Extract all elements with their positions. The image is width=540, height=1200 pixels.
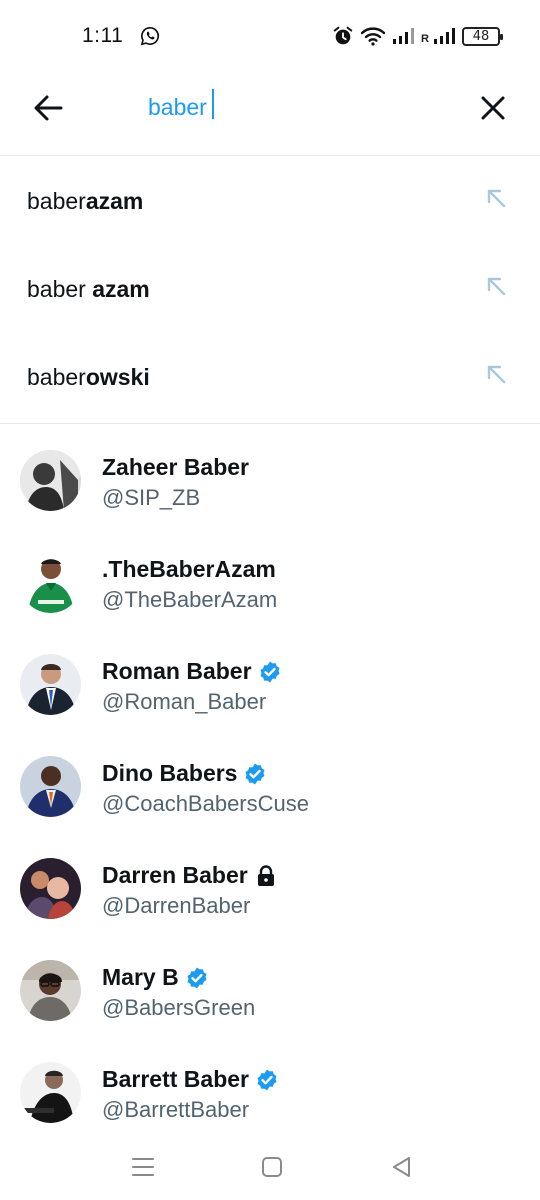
suggestion-item[interactable]: baberazam	[0, 157, 540, 245]
user-result-item[interactable]: Roman Baber @Roman_Baber	[0, 634, 540, 736]
user-handle: @BarrettBaber	[102, 1097, 250, 1122]
arrow-left-icon	[34, 95, 63, 121]
user-name: Dino Babers	[102, 760, 238, 786]
user-name: Darren Baber	[102, 862, 248, 888]
status-icons: R 48	[332, 24, 503, 48]
search-header	[0, 72, 540, 156]
user-result-item[interactable]: Zaheer Baber @SIP_ZB	[0, 430, 540, 532]
avatar[interactable]	[20, 552, 81, 613]
whatsapp-icon	[140, 26, 160, 46]
suggestion-text: baberazam	[27, 187, 144, 214]
verified-badge-icon	[260, 661, 280, 682]
triangle-back-icon	[393, 1157, 410, 1177]
verified-badge-icon	[245, 763, 265, 784]
avatar[interactable]	[20, 756, 81, 817]
user-name: Zaheer Baber	[102, 454, 250, 480]
lock-icon	[257, 864, 274, 886]
verified-badge-icon	[187, 967, 207, 988]
arrow-up-left-icon[interactable]	[484, 274, 508, 298]
status-bar: 1:11 R 48	[0, 0, 540, 72]
close-icon	[481, 96, 505, 120]
status-time: 1:11	[82, 24, 124, 47]
user-name: .TheBaberAzam	[102, 556, 276, 582]
back-nav-button[interactable]	[386, 1152, 416, 1182]
back-button[interactable]	[28, 88, 68, 128]
avatar[interactable]	[20, 960, 81, 1021]
avatar[interactable]	[20, 1062, 81, 1123]
home-button[interactable]	[257, 1152, 287, 1182]
signal-icon-2	[434, 28, 455, 44]
avatar[interactable]	[20, 450, 81, 511]
search-suggestions: baberazam baber azam baberowski	[0, 157, 540, 424]
search-input[interactable]	[148, 92, 448, 122]
suggestion-text: baber azam	[27, 275, 150, 302]
user-handle: @BabersGreen	[102, 995, 256, 1020]
signal-icon-1	[393, 28, 415, 44]
user-name: Roman Baber	[102, 658, 252, 684]
system-nav-bar	[0, 1134, 540, 1200]
menu-icon	[132, 1158, 154, 1176]
user-result-item[interactable]: Mary B @BabersGreen	[0, 940, 540, 1042]
user-handle: @TheBaberAzam	[102, 587, 278, 612]
roaming-label: R	[421, 33, 429, 45]
suggestion-text: baberowski	[27, 363, 150, 390]
recents-button[interactable]	[128, 1152, 158, 1182]
user-results: Zaheer Baber @SIP_ZB .TheBaberAzam @TheB…	[0, 430, 540, 1144]
user-result-item[interactable]: Barrett Baber @BarrettBaber	[0, 1042, 540, 1144]
user-result-item[interactable]: .TheBaberAzam @TheBaberAzam	[0, 532, 540, 634]
user-name: Barrett Baber	[102, 1066, 249, 1092]
text-caret	[212, 89, 214, 119]
alarm-icon	[333, 26, 353, 45]
suggestion-item[interactable]: baberowski	[0, 333, 540, 421]
arrow-up-left-icon[interactable]	[484, 362, 508, 386]
user-handle: @SIP_ZB	[102, 485, 201, 510]
user-name: Mary B	[102, 964, 179, 990]
clear-search-button[interactable]	[473, 88, 513, 128]
user-handle: @CoachBabersCuse	[102, 791, 309, 816]
avatar[interactable]	[20, 654, 81, 715]
arrow-up-left-icon[interactable]	[484, 186, 508, 210]
user-result-item[interactable]: Dino Babers @CoachBabersCuse	[0, 736, 540, 838]
user-handle: @DarrenBaber	[102, 893, 251, 918]
wifi-icon	[361, 27, 386, 46]
verified-badge-icon	[257, 1069, 277, 1090]
battery-indicator: 48	[462, 26, 503, 46]
square-icon	[262, 1157, 282, 1177]
avatar[interactable]	[20, 858, 81, 919]
user-result-item[interactable]: Darren Baber @DarrenBaber	[0, 838, 540, 940]
suggestion-item[interactable]: baber azam	[0, 245, 540, 333]
user-handle: @Roman_Baber	[102, 689, 267, 714]
